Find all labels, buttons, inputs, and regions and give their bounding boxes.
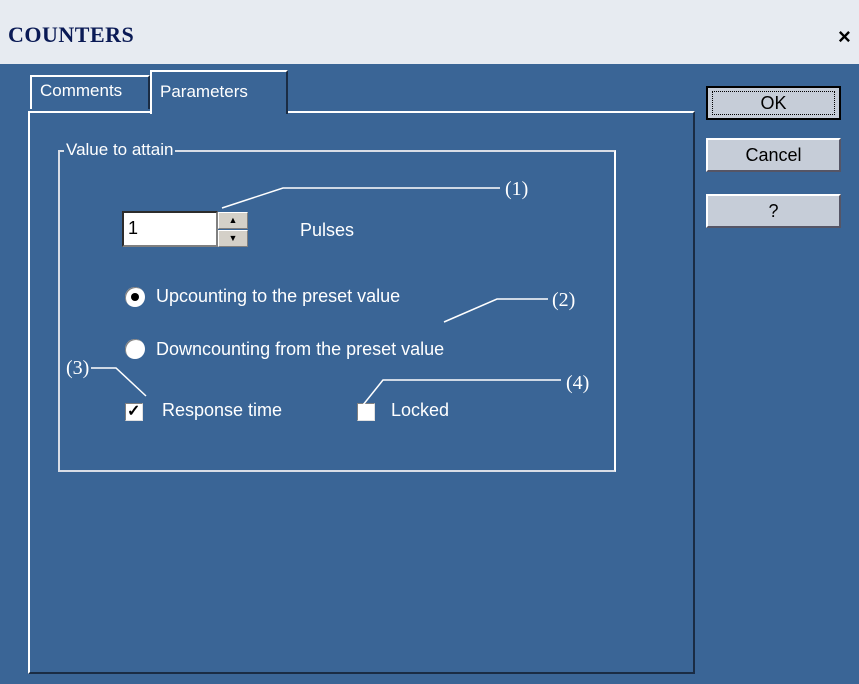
- response-time-checkbox[interactable]: ✓: [125, 403, 143, 421]
- locked-label[interactable]: Locked: [391, 400, 449, 421]
- tab-parameters[interactable]: Parameters: [150, 70, 288, 114]
- radio-selected-dot: [131, 293, 139, 301]
- downcounting-radio[interactable]: [125, 339, 145, 359]
- spin-down-arrow-icon[interactable]: ▼: [218, 230, 248, 247]
- focus-rect: [712, 91, 835, 115]
- close-icon[interactable]: ×: [838, 26, 859, 48]
- response-time-label[interactable]: Response time: [162, 400, 282, 421]
- spin-up-arrow-icon[interactable]: ▲: [218, 212, 248, 229]
- pulses-label: Pulses: [300, 220, 355, 240]
- cancel-button[interactable]: Cancel: [706, 138, 841, 172]
- upcounting-label[interactable]: Upcounting to the preset value: [156, 286, 400, 307]
- value-to-attain-group: [58, 150, 616, 472]
- downcounting-label[interactable]: Downcounting from the preset value: [156, 339, 444, 360]
- callout-label-3: (3): [66, 357, 90, 379]
- callout-label-1: (1): [505, 178, 529, 200]
- window-title: COUNTERS: [8, 22, 135, 47]
- group-legend: Value to attain: [64, 140, 176, 160]
- ok-button[interactable]: OK: [706, 86, 841, 120]
- help-button[interactable]: ?: [706, 194, 841, 228]
- checkmark-icon: ✓: [127, 403, 141, 420]
- callout-label-2: (2): [552, 289, 576, 311]
- title-bar: COUNTERS: [0, 0, 859, 64]
- upcounting-radio[interactable]: [125, 287, 145, 307]
- callout-label-4: (4): [566, 372, 590, 394]
- tab-comments[interactable]: Comments: [30, 75, 150, 109]
- locked-checkbox[interactable]: [357, 403, 375, 421]
- preset-value-input[interactable]: 1: [122, 211, 218, 247]
